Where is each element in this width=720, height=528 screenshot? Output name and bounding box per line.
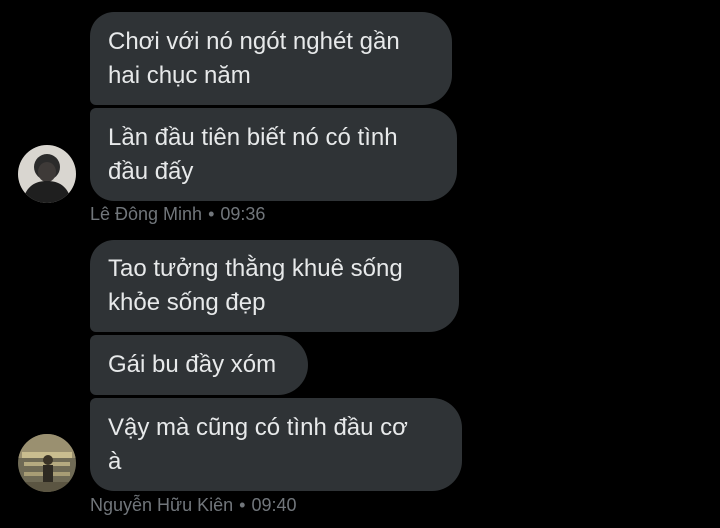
message-bubble[interactable]: Vậy mà cũng có tình đầu cơ à [90, 398, 462, 491]
sender-avatar[interactable] [18, 434, 76, 492]
meta-separator: • [208, 204, 215, 224]
message-text: Chơi với nó ngót nghét gần hai chục năm [108, 27, 400, 89]
message-bubble[interactable]: Tao tưởng thằng khuê sống khỏe sống đẹp [90, 240, 459, 332]
message-meta: Lê Đông Minh • 09:36 [90, 203, 265, 225]
message-meta: Nguyễn Hữu Kiên • 09:40 [90, 494, 297, 516]
avatar-image [18, 145, 76, 203]
message-bubble[interactable]: Chơi với nó ngót nghét gần hai chục năm [90, 12, 452, 105]
meta-separator: • [239, 495, 246, 515]
message-text: Lần đầu tiên biết nó có tình đầu đấy [108, 123, 398, 185]
avatar-image [18, 434, 76, 492]
sender-avatar[interactable] [18, 145, 76, 203]
message-time: 09:40 [251, 495, 297, 515]
message-text: Tao tưởng thằng khuê sống khỏe sống đẹp [108, 255, 403, 316]
message-bubble[interactable]: Gái bu đầy xóm [90, 335, 308, 395]
sender-name[interactable]: Lê Đông Minh [90, 204, 202, 224]
message-text: Vậy mà cũng có tình đầu cơ à [108, 413, 408, 475]
sender-name[interactable]: Nguyễn Hữu Kiên [90, 495, 233, 515]
message-text: Gái bu đầy xóm [108, 351, 277, 378]
message-bubble[interactable]: Lần đầu tiên biết nó có tình đầu đấy [90, 108, 457, 201]
message-time: 09:36 [220, 204, 266, 224]
